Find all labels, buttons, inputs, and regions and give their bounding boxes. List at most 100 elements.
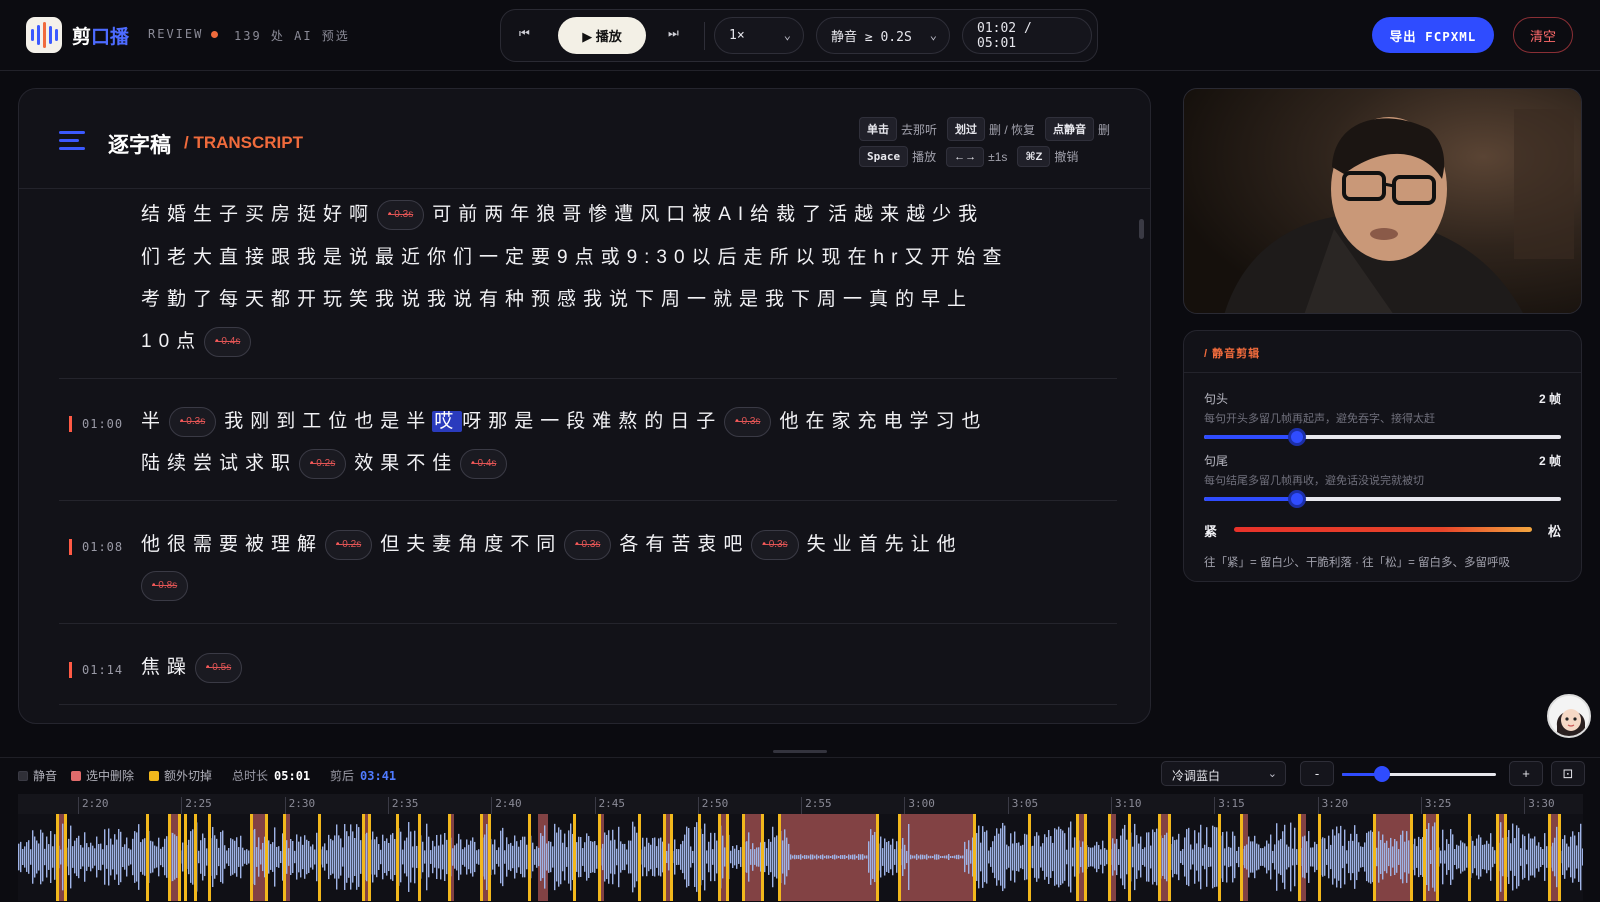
extra-cut-marker[interactable]: [876, 814, 879, 901]
extra-cut-marker[interactable]: [368, 814, 371, 901]
extra-cut-marker[interactable]: [146, 814, 149, 901]
paragraph-timestamp[interactable]: 01:14: [69, 662, 123, 678]
extra-cut-marker[interactable]: [1373, 814, 1376, 901]
next-icon[interactable]: ⏭: [668, 26, 679, 41]
extra-cut-marker[interactable]: [670, 814, 673, 901]
transcript-text[interactable]: 各有苦衷吧: [619, 534, 749, 555]
extra-cut-marker[interactable]: [208, 814, 211, 901]
transcript-text[interactable]: 考勤了每天都开玩笑我说我说有种预感我说下周一就是我下周一真的早上: [141, 289, 973, 310]
extra-cut-marker[interactable]: [1548, 814, 1551, 901]
extra-cut-marker[interactable]: [184, 814, 187, 901]
transcript-text[interactable]: 10点: [141, 331, 202, 352]
extra-cut-marker[interactable]: [638, 814, 641, 901]
extra-cut-marker[interactable]: [726, 814, 729, 901]
extra-cut-marker[interactable]: [1558, 814, 1561, 901]
silence-gap[interactable]: 0.2s: [299, 448, 347, 479]
extra-cut-marker[interactable]: [480, 814, 483, 901]
extra-cut-marker[interactable]: [1108, 814, 1111, 901]
extra-cut-marker[interactable]: [1218, 814, 1221, 901]
previous-icon[interactable]: ⏮: [519, 26, 530, 41]
transcript-text[interactable]: 结婚生子买房挺好啊: [141, 204, 375, 225]
silence-gap[interactable]: 0.3s: [751, 529, 799, 560]
menu-icon[interactable]: [59, 131, 85, 155]
transcript-text[interactable]: 他很需要被理解: [141, 534, 323, 555]
head-padding-slider[interactable]: [1204, 428, 1561, 446]
extra-cut-marker[interactable]: [1496, 814, 1499, 901]
extra-cut-marker[interactable]: [1298, 814, 1301, 901]
extra-cut-marker[interactable]: [265, 814, 268, 901]
extra-cut-marker[interactable]: [1318, 814, 1321, 901]
waveform[interactable]: [18, 814, 1583, 901]
zoom-out-button[interactable]: -: [1300, 761, 1334, 786]
extra-cut-marker[interactable]: [1468, 814, 1471, 901]
extra-cut-marker[interactable]: [1240, 814, 1243, 901]
silence-gap[interactable]: 0.3s: [564, 529, 612, 560]
extra-cut-marker[interactable]: [250, 814, 253, 901]
extra-cut-marker[interactable]: [1168, 814, 1171, 901]
extra-cut-marker[interactable]: [1410, 814, 1413, 901]
extra-cut-marker[interactable]: [56, 814, 59, 901]
paragraph-timestamp[interactable]: 01:08: [69, 539, 123, 555]
silence-gap[interactable]: 0.5s: [195, 652, 243, 683]
extra-cut-marker[interactable]: [283, 814, 286, 901]
clear-button[interactable]: 清空: [1513, 17, 1573, 53]
timeline-ruler[interactable]: 2:20 2:25 2:30 2:35 2:40 2:45 2:50 2:55 3:00 3:05…: [18, 794, 1583, 814]
extra-cut-marker[interactable]: [1084, 814, 1087, 901]
silence-filter-select[interactable]: 静音 ≥ 0.2S ⌄: [816, 17, 950, 54]
extra-cut-marker[interactable]: [973, 814, 976, 901]
zoom-slider[interactable]: [1342, 766, 1496, 782]
extra-cut-marker[interactable]: [1504, 814, 1507, 901]
extra-cut-marker[interactable]: [598, 814, 601, 901]
export-fcpxml-button[interactable]: 导出 FCPXML: [1372, 17, 1494, 53]
extra-cut-marker[interactable]: [362, 814, 365, 901]
extra-cut-marker[interactable]: [168, 814, 171, 901]
slider-knob[interactable]: [1287, 490, 1306, 508]
silence-gap[interactable]: 0.3s: [724, 406, 772, 437]
speed-select[interactable]: 1× ⌄: [714, 17, 804, 54]
video-preview[interactable]: [1183, 88, 1582, 314]
waveform-theme-select[interactable]: 冷调蓝白 ⌄: [1161, 761, 1286, 786]
extra-cut-marker[interactable]: [418, 814, 421, 901]
transcript-text[interactable]: 可前两年狼哥惨遭风口被AI给裁了活越来越少我: [432, 204, 984, 225]
extra-cut-marker[interactable]: [1436, 814, 1439, 901]
transcript-text[interactable]: 陆续尝试求职: [141, 453, 297, 474]
fit-view-button[interactable]: ⊡: [1551, 761, 1585, 786]
silence-gap[interactable]: 0.8s: [141, 571, 189, 601]
transcript-text[interactable]: 但夫妻角度不同: [380, 534, 562, 555]
slider-knob[interactable]: [1287, 428, 1306, 446]
transcript-text[interactable]: 呀那是一段难熬的日子: [462, 411, 722, 432]
extra-cut-marker[interactable]: [718, 814, 721, 901]
silence-gap[interactable]: 0.2s: [325, 529, 373, 560]
extra-cut-marker[interactable]: [1423, 814, 1426, 901]
transcript-text[interactable]: 们老大直接跟我是说最近你们一定要9点或9:30以后走所以现在hr又开始查: [141, 247, 1008, 268]
silence-gap[interactable]: 0.4s: [204, 326, 252, 357]
transcript-scrollbar[interactable]: [1139, 219, 1144, 239]
tight-loose-slider[interactable]: [1234, 527, 1532, 532]
extra-cut-marker[interactable]: [1128, 814, 1131, 901]
extra-cut-marker[interactable]: [64, 814, 67, 901]
tail-padding-slider[interactable]: [1204, 490, 1561, 508]
assistant-avatar[interactable]: [1547, 694, 1591, 738]
transcript-text[interactable]: 失业首先让他: [807, 534, 963, 555]
extra-cut-marker[interactable]: [698, 814, 701, 901]
silence-gap[interactable]: 0.4s: [460, 448, 508, 479]
silence-gap[interactable]: 0.3s: [169, 406, 217, 437]
zoom-in-button[interactable]: +: [1509, 761, 1543, 786]
transcript-text[interactable]: 半: [141, 411, 167, 432]
transcript-text[interactable]: 我刚到工位也是半: [224, 411, 432, 432]
extra-cut-marker[interactable]: [528, 814, 531, 901]
extra-cut-marker[interactable]: [742, 814, 745, 901]
extra-cut-marker[interactable]: [396, 814, 399, 901]
extra-cut-marker[interactable]: [663, 814, 666, 901]
current-word[interactable]: 哎: [432, 411, 463, 432]
slider-knob[interactable]: [1374, 766, 1391, 782]
extra-cut-marker[interactable]: [178, 814, 181, 901]
paragraph-timestamp[interactable]: 01:00: [69, 416, 123, 432]
extra-cut-marker[interactable]: [778, 814, 781, 901]
extra-cut-marker[interactable]: [761, 814, 764, 901]
extra-cut-marker[interactable]: [1076, 814, 1079, 901]
extra-cut-marker[interactable]: [488, 814, 491, 901]
transcript-text[interactable]: 他在家充电学习也: [779, 411, 987, 432]
extra-cut-marker[interactable]: [1028, 814, 1031, 901]
play-button[interactable]: ▶ 播放: [558, 17, 646, 54]
